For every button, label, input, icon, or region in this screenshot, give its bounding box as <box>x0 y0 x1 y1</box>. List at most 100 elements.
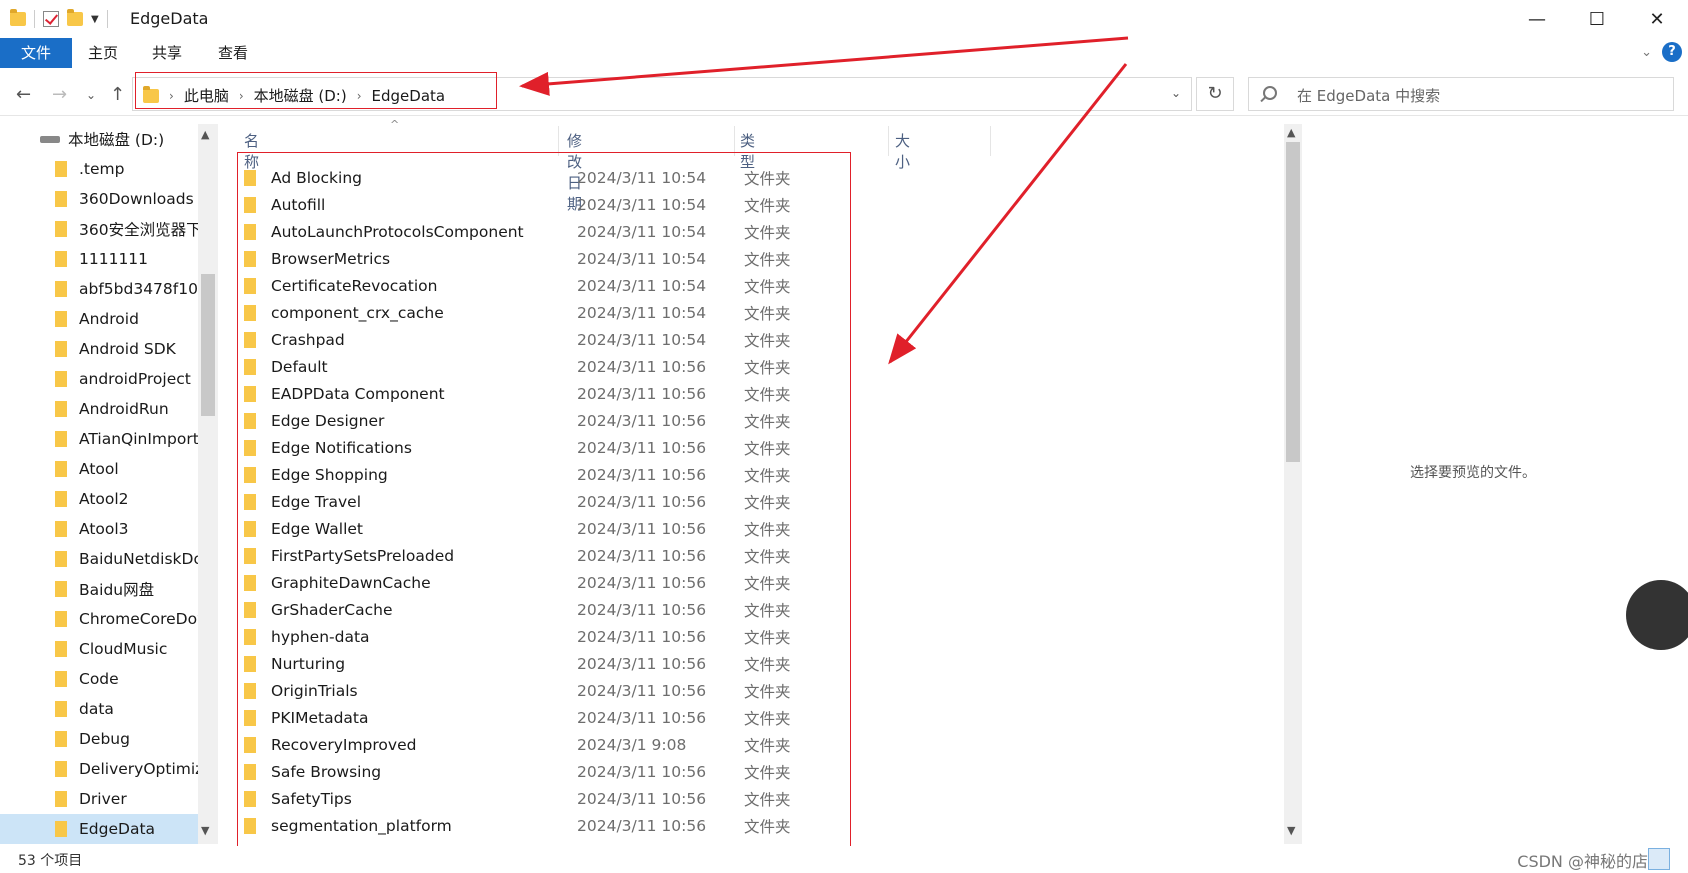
folder-icon <box>55 521 67 537</box>
sidebar-item[interactable]: BaiduNetdiskDov <box>0 544 198 574</box>
sidebar-item[interactable]: CloudMusic <box>0 634 198 664</box>
scroll-up-icon[interactable]: ▲ <box>1287 126 1295 139</box>
minimize-button[interactable]: — <box>1508 0 1566 38</box>
sidebar-item-drive-d[interactable]: 本地磁盘 (D:) <box>40 128 164 150</box>
sidebar-item-label: DeliveryOptimiza <box>79 760 198 778</box>
tab-share[interactable]: 共享 <box>138 38 196 68</box>
address-history-chevron-icon[interactable]: ⌄ <box>1171 86 1181 100</box>
folder-icon <box>55 161 67 177</box>
sidebar-item[interactable]: data <box>0 694 198 724</box>
sidebar-item[interactable]: 360Downloads <box>0 184 198 214</box>
sidebar-item-label: Code <box>79 670 119 688</box>
maximize-button[interactable]: ☐ <box>1568 0 1626 38</box>
sidebar-item[interactable]: Atool2 <box>0 484 198 514</box>
folder-icon <box>55 641 67 657</box>
navigation-pane: 本地磁盘 (D:) .temp 360Downloads 360安全浏览器下载 111… <box>0 124 218 844</box>
sidebar-item-label: Atool3 <box>79 520 129 538</box>
sidebar-item[interactable]: Code <box>0 664 198 694</box>
divider <box>34 10 35 28</box>
sidebar-item-label: androidProject <box>79 370 191 388</box>
sidebar-item[interactable]: Debug <box>0 724 198 754</box>
sidebar-item[interactable]: ChromeCoreDow <box>0 604 198 634</box>
sidebar-item[interactable]: .temp <box>0 154 198 184</box>
folder-icon <box>55 251 67 267</box>
sidebar-item[interactable]: Baidu网盘 <box>0 574 198 604</box>
column-header-size[interactable]: 大小 <box>895 130 910 171</box>
close-button[interactable]: ✕ <box>1628 0 1686 38</box>
sidebar-item[interactable]: AndroidRun <box>0 394 198 424</box>
folder-icon <box>55 491 67 507</box>
expand-ribbon-chevron-icon[interactable]: ⌄ <box>1641 45 1652 60</box>
column-header-type[interactable]: 类型 <box>740 130 755 171</box>
column-divider[interactable] <box>990 126 991 156</box>
sidebar-item-label: abf5bd3478f10e9 <box>79 280 198 298</box>
properties-icon[interactable] <box>43 11 59 27</box>
sidebar-item[interactable]: abf5bd3478f10e9 <box>0 274 198 304</box>
tab-file[interactable]: 文件 <box>0 38 72 68</box>
folder-icon <box>55 191 67 207</box>
recent-locations-chevron-icon[interactable]: ⌄ <box>86 88 96 102</box>
file-list-scrollbar[interactable]: ▲ ▼ <box>1284 124 1302 844</box>
sidebar-item-label: Baidu网盘 <box>79 581 155 599</box>
help-icon[interactable]: ? <box>1662 42 1682 62</box>
search-icon <box>1263 86 1277 100</box>
floating-widget[interactable] <box>1626 580 1688 650</box>
folder-icon <box>55 371 67 387</box>
forward-arrow-icon[interactable]: → <box>52 84 67 105</box>
column-header-date[interactable]: 修改日期 <box>567 130 582 213</box>
sidebar-item-label: 360Downloads <box>79 190 194 208</box>
details-view-button[interactable] <box>1648 848 1670 870</box>
search-placeholder: 在 EdgeData 中搜索 <box>1297 87 1441 105</box>
refresh-button[interactable]: ↻ <box>1196 77 1234 111</box>
scroll-down-icon[interactable]: ▼ <box>201 824 209 837</box>
sidebar-item-label: data <box>79 700 114 718</box>
sidebar-item[interactable]: Driver <box>0 784 198 814</box>
sidebar-item[interactable]: Android SDK <box>0 334 198 364</box>
quick-access-toolbar: ▼ <box>10 9 108 28</box>
sidebar-item-label: ATianQinImporta <box>79 430 198 448</box>
customize-toolbar-chevron-icon[interactable]: ▼ <box>91 14 99 25</box>
scroll-down-icon[interactable]: ▼ <box>1287 824 1295 837</box>
sidebar-item[interactable]: 360安全浏览器下载 <box>0 214 198 244</box>
sidebar-item-label: Android SDK <box>79 340 176 358</box>
status-bar: 53 个项目 CSDN @神秘的店 <box>0 846 1688 873</box>
tab-home[interactable]: 主页 <box>74 38 132 68</box>
sidebar-item-label: 360安全浏览器下载 <box>79 221 198 239</box>
scrollbar-thumb[interactable] <box>1286 142 1300 462</box>
new-folder-icon[interactable] <box>67 9 83 26</box>
folder-icon <box>55 671 67 687</box>
folder-icon <box>55 221 67 237</box>
annotation-box-address <box>135 72 497 109</box>
folder-icon <box>10 9 26 26</box>
sort-ascending-icon: ^ <box>390 118 400 131</box>
sidebar-item-label: 本地磁盘 (D:) <box>68 131 165 149</box>
sidebar-item-label: Atool <box>79 460 119 478</box>
folder-icon <box>55 461 67 477</box>
sidebar-item-label: 1111111 <box>79 250 149 268</box>
sidebar-scrollbar[interactable]: ▲ ▼ <box>198 124 218 844</box>
sidebar-item[interactable]: 1111111 <box>0 244 198 274</box>
sidebar-item-label: AndroidRun <box>79 400 169 418</box>
column-divider[interactable] <box>888 126 889 156</box>
column-header-name[interactable]: 名称 <box>244 130 259 171</box>
up-arrow-icon[interactable]: ↑ <box>110 84 125 105</box>
sidebar-item[interactable]: DeliveryOptimiza <box>0 754 198 784</box>
sidebar-item[interactable]: Atool3 <box>0 514 198 544</box>
sidebar-item[interactable]: EdgeData <box>0 814 198 844</box>
folder-icon <box>55 311 67 327</box>
search-input[interactable]: 在 EdgeData 中搜索 <box>1248 77 1674 111</box>
sidebar-item[interactable]: Android <box>0 304 198 334</box>
sidebar-item[interactable]: Atool <box>0 454 198 484</box>
back-arrow-icon[interactable]: ← <box>16 84 31 105</box>
folder-icon <box>55 761 67 777</box>
sidebar-item[interactable]: androidProject <box>0 364 198 394</box>
scroll-up-icon[interactable]: ▲ <box>201 128 209 141</box>
file-explorer-window: ▼ EdgeData — ☐ ✕ 文件 主页 共享 查看 ⌄ ? ← → ⌄ ↑… <box>0 0 1688 873</box>
folder-icon <box>55 821 67 837</box>
sidebar-item-label: BaiduNetdiskDov <box>79 550 198 568</box>
folder-icon <box>55 791 67 807</box>
sidebar-item[interactable]: ATianQinImporta <box>0 424 198 454</box>
scrollbar-thumb[interactable] <box>201 274 215 416</box>
tab-view[interactable]: 查看 <box>204 38 262 68</box>
folder-icon <box>55 701 67 717</box>
